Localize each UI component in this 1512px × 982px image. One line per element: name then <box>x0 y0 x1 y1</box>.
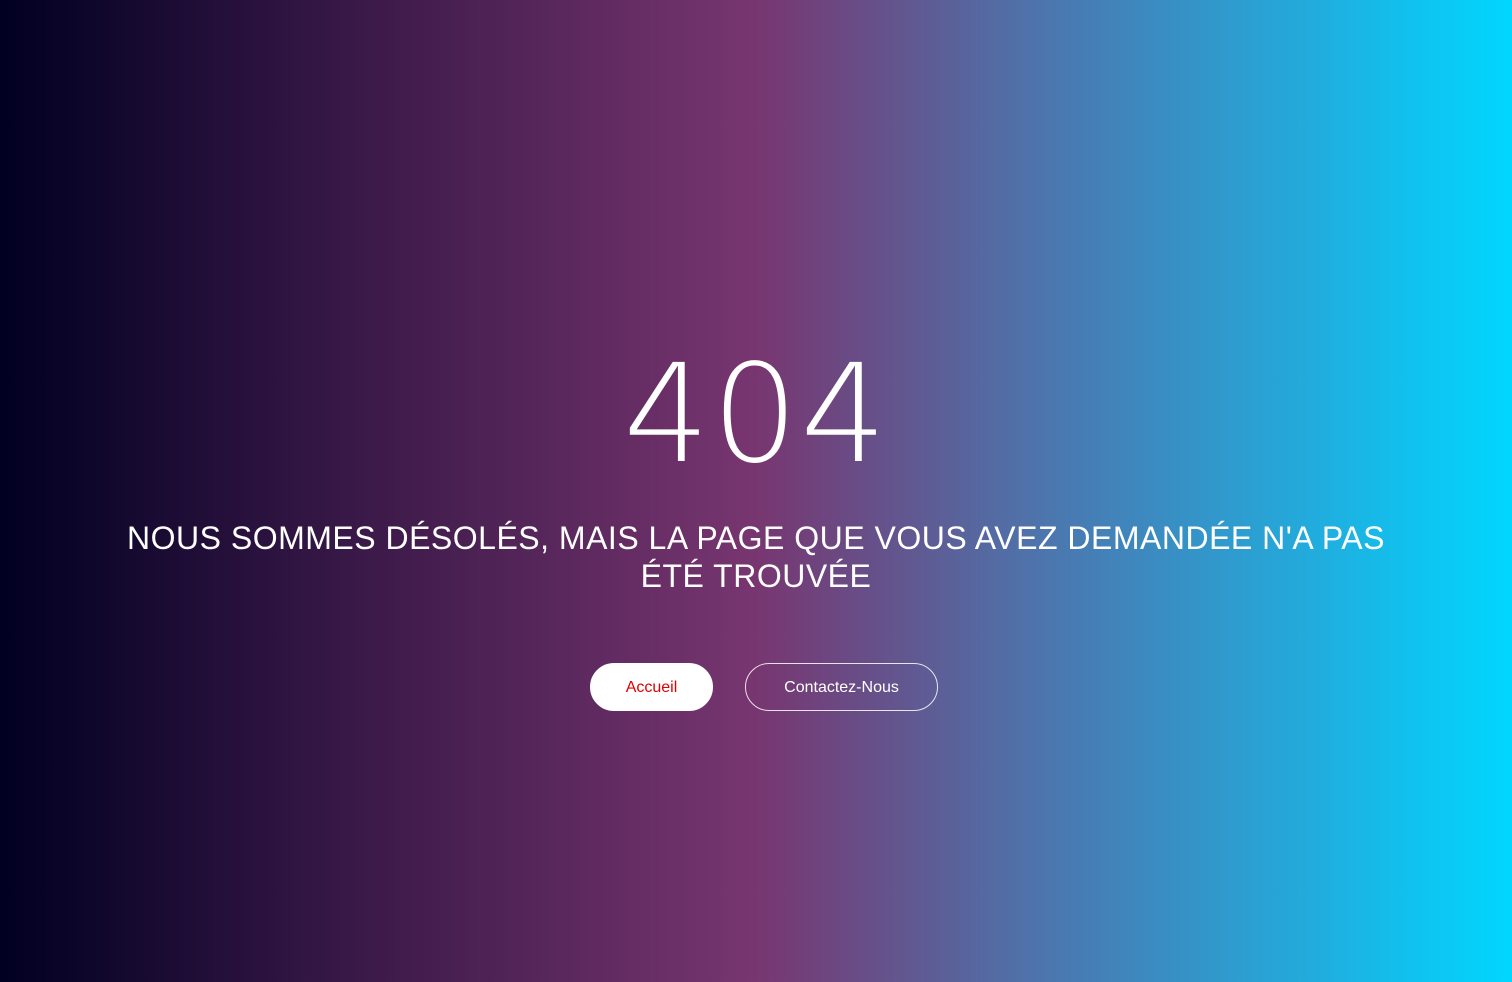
home-button[interactable]: Accueil <box>590 663 713 711</box>
contact-button[interactable]: Contactez-Nous <box>745 663 938 711</box>
error-page: 404 NOUS SOMMES DÉSOLÉS, MAIS LA PAGE QU… <box>0 0 1512 982</box>
error-code: 404 <box>623 336 889 494</box>
error-message: NOUS SOMMES DÉSOLÉS, MAIS LA PAGE QUE VO… <box>127 520 1385 594</box>
